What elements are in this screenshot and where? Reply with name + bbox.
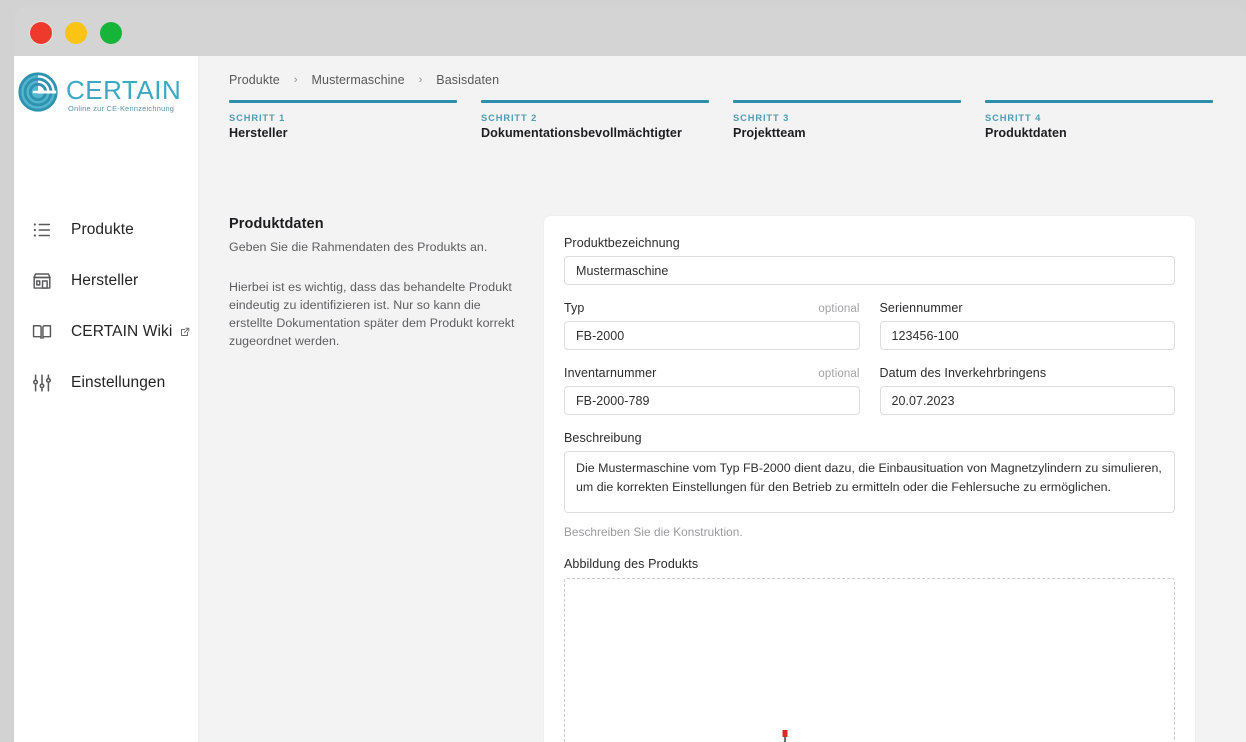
external-link-icon: [179, 326, 191, 338]
step-name: Produktdaten: [985, 126, 1067, 140]
sliders-icon: [29, 370, 54, 395]
step-progress-bar: [229, 100, 457, 103]
field-beschreibung: Beschreibung Die Mustermaschine vom Typ …: [564, 431, 1175, 539]
step-1-hersteller[interactable]: SCHRITT 1 Hersteller: [229, 100, 457, 140]
step-number: SCHRITT 1: [229, 113, 286, 123]
step-progress-bar: [733, 100, 961, 103]
app-body: CERTAIN Online zur CE-Kennzeichnung Prod…: [14, 56, 1246, 742]
book-icon: [29, 319, 54, 344]
seriennummer-input[interactable]: [879, 321, 1175, 350]
minimize-window-button[interactable]: [65, 22, 87, 44]
wizard-stepper: SCHRITT 1 Hersteller SCHRITT 2 Dokumenta…: [229, 100, 1213, 140]
form-area: Produktdaten Geben Sie die Rahmendaten d…: [199, 216, 1246, 742]
chevron-right-icon: ›: [293, 74, 298, 86]
window-titlebar: [14, 6, 1246, 56]
step-number: SCHRITT 4: [985, 113, 1042, 123]
sidebar-item-label: CERTAIN Wiki: [71, 322, 173, 340]
field-datum-inverkehrbringens: Datum des Inverkehrbringens: [879, 366, 1175, 415]
sidebar-item-label: Hersteller: [71, 271, 139, 289]
field-typ: Typ optional: [564, 301, 860, 350]
step-name: Hersteller: [229, 126, 288, 140]
maximize-window-button[interactable]: [100, 22, 122, 44]
page-description: Hierbei ist es wichtig, dass das behande…: [229, 280, 515, 348]
sidebar-item-certain-wiki[interactable]: CERTAIN Wiki: [14, 306, 199, 357]
injection-molding-machine-photo: [782, 730, 787, 742]
field-label: Seriennummer: [879, 301, 963, 315]
produktbezeichnung-input[interactable]: [564, 256, 1175, 285]
field-label: Beschreibung: [564, 431, 642, 445]
main-content: Produkte › Mustermaschine › Basisdaten S…: [199, 56, 1246, 742]
step-name: Dokumentationsbevollmächtigter: [481, 126, 682, 140]
chevron-right-icon: ›: [418, 74, 423, 86]
store-icon: [29, 268, 54, 293]
field-seriennummer: Seriennummer: [879, 301, 1175, 350]
sidebar-item-produkte[interactable]: Produkte: [14, 204, 199, 255]
breadcrumb: Produkte › Mustermaschine › Basisdaten: [229, 73, 499, 87]
field-label: Typ: [564, 301, 585, 315]
list-icon: [29, 217, 54, 242]
datum-inverkehrbringens-input[interactable]: [879, 386, 1175, 415]
logo-tagline: Online zur CE-Kennzeichnung: [68, 103, 175, 113]
product-image-dropzone[interactable]: [564, 578, 1175, 742]
app-window: CERTAIN Online zur CE-Kennzeichnung Prod…: [0, 0, 1246, 742]
breadcrumb-item-mustermaschine[interactable]: Mustermaschine: [312, 73, 405, 87]
app-logo[interactable]: CERTAIN Online zur CE-Kennzeichnung: [14, 66, 199, 122]
step-2-dokumentationsbevollmaechtigter[interactable]: SCHRITT 2 Dokumentationsbevollmächtigter: [481, 100, 709, 140]
step-number: SCHRITT 2: [481, 113, 538, 123]
sidebar: CERTAIN Online zur CE-Kennzeichnung Prod…: [14, 56, 199, 742]
section-intro: Produktdaten Geben Sie die Rahmendaten d…: [199, 216, 544, 742]
inventarnummer-input[interactable]: [564, 386, 860, 415]
optional-badge: optional: [818, 303, 860, 315]
product-data-card: Produktbezeichnung Typ optional: [544, 216, 1195, 742]
row-typ-seriennummer: Typ optional Seriennummer: [564, 301, 1175, 366]
field-label: Produktbezeichnung: [564, 236, 680, 250]
field-label: Datum des Inverkehrbringens: [879, 366, 1047, 380]
field-produktbezeichnung: Produktbezeichnung: [564, 236, 1175, 285]
beschreibung-help-text: Beschreiben Sie die Konstruktion.: [564, 525, 743, 539]
step-number: SCHRITT 3: [733, 113, 790, 123]
certain-spiral-logo-icon: [15, 69, 61, 120]
breadcrumb-item-basisdaten: Basisdaten: [436, 73, 500, 87]
step-progress-bar: [481, 100, 709, 103]
step-progress-bar: [985, 100, 1213, 103]
window-controls: [30, 22, 122, 44]
field-label-abbildung: Abbildung des Produkts: [564, 557, 699, 571]
sidebar-item-label: Einstellungen: [71, 373, 166, 391]
beschreibung-textarea[interactable]: Die Mustermaschine vom Typ FB-2000 dient…: [564, 451, 1175, 513]
close-window-button[interactable]: [30, 22, 52, 44]
field-label: Inventarnummer: [564, 366, 657, 380]
page-subtitle: Geben Sie die Rahmendaten des Produkts a…: [229, 240, 488, 254]
logo-wordmark: CERTAIN: [66, 74, 182, 105]
breadcrumb-item-produkte[interactable]: Produkte: [229, 73, 280, 87]
sidebar-item-label: Produkte: [71, 220, 134, 238]
field-inventarnummer: Inventarnummer optional: [564, 366, 860, 415]
row-inventarnummer-datum: Inventarnummer optional Datum des Inverk…: [564, 366, 1175, 431]
sidebar-item-einstellungen[interactable]: Einstellungen: [14, 357, 199, 408]
step-name: Projektteam: [733, 126, 806, 140]
page-title: Produktdaten: [229, 216, 324, 232]
step-4-produktdaten[interactable]: SCHRITT 4 Produktdaten: [985, 100, 1213, 140]
optional-badge: optional: [818, 368, 860, 380]
sidebar-item-hersteller[interactable]: Hersteller: [14, 255, 199, 306]
typ-input[interactable]: [564, 321, 860, 350]
sidebar-nav: Produkte Hersteller CERTAIN Wiki Einstel…: [14, 204, 199, 408]
step-3-projektteam[interactable]: SCHRITT 3 Projektteam: [733, 100, 961, 140]
